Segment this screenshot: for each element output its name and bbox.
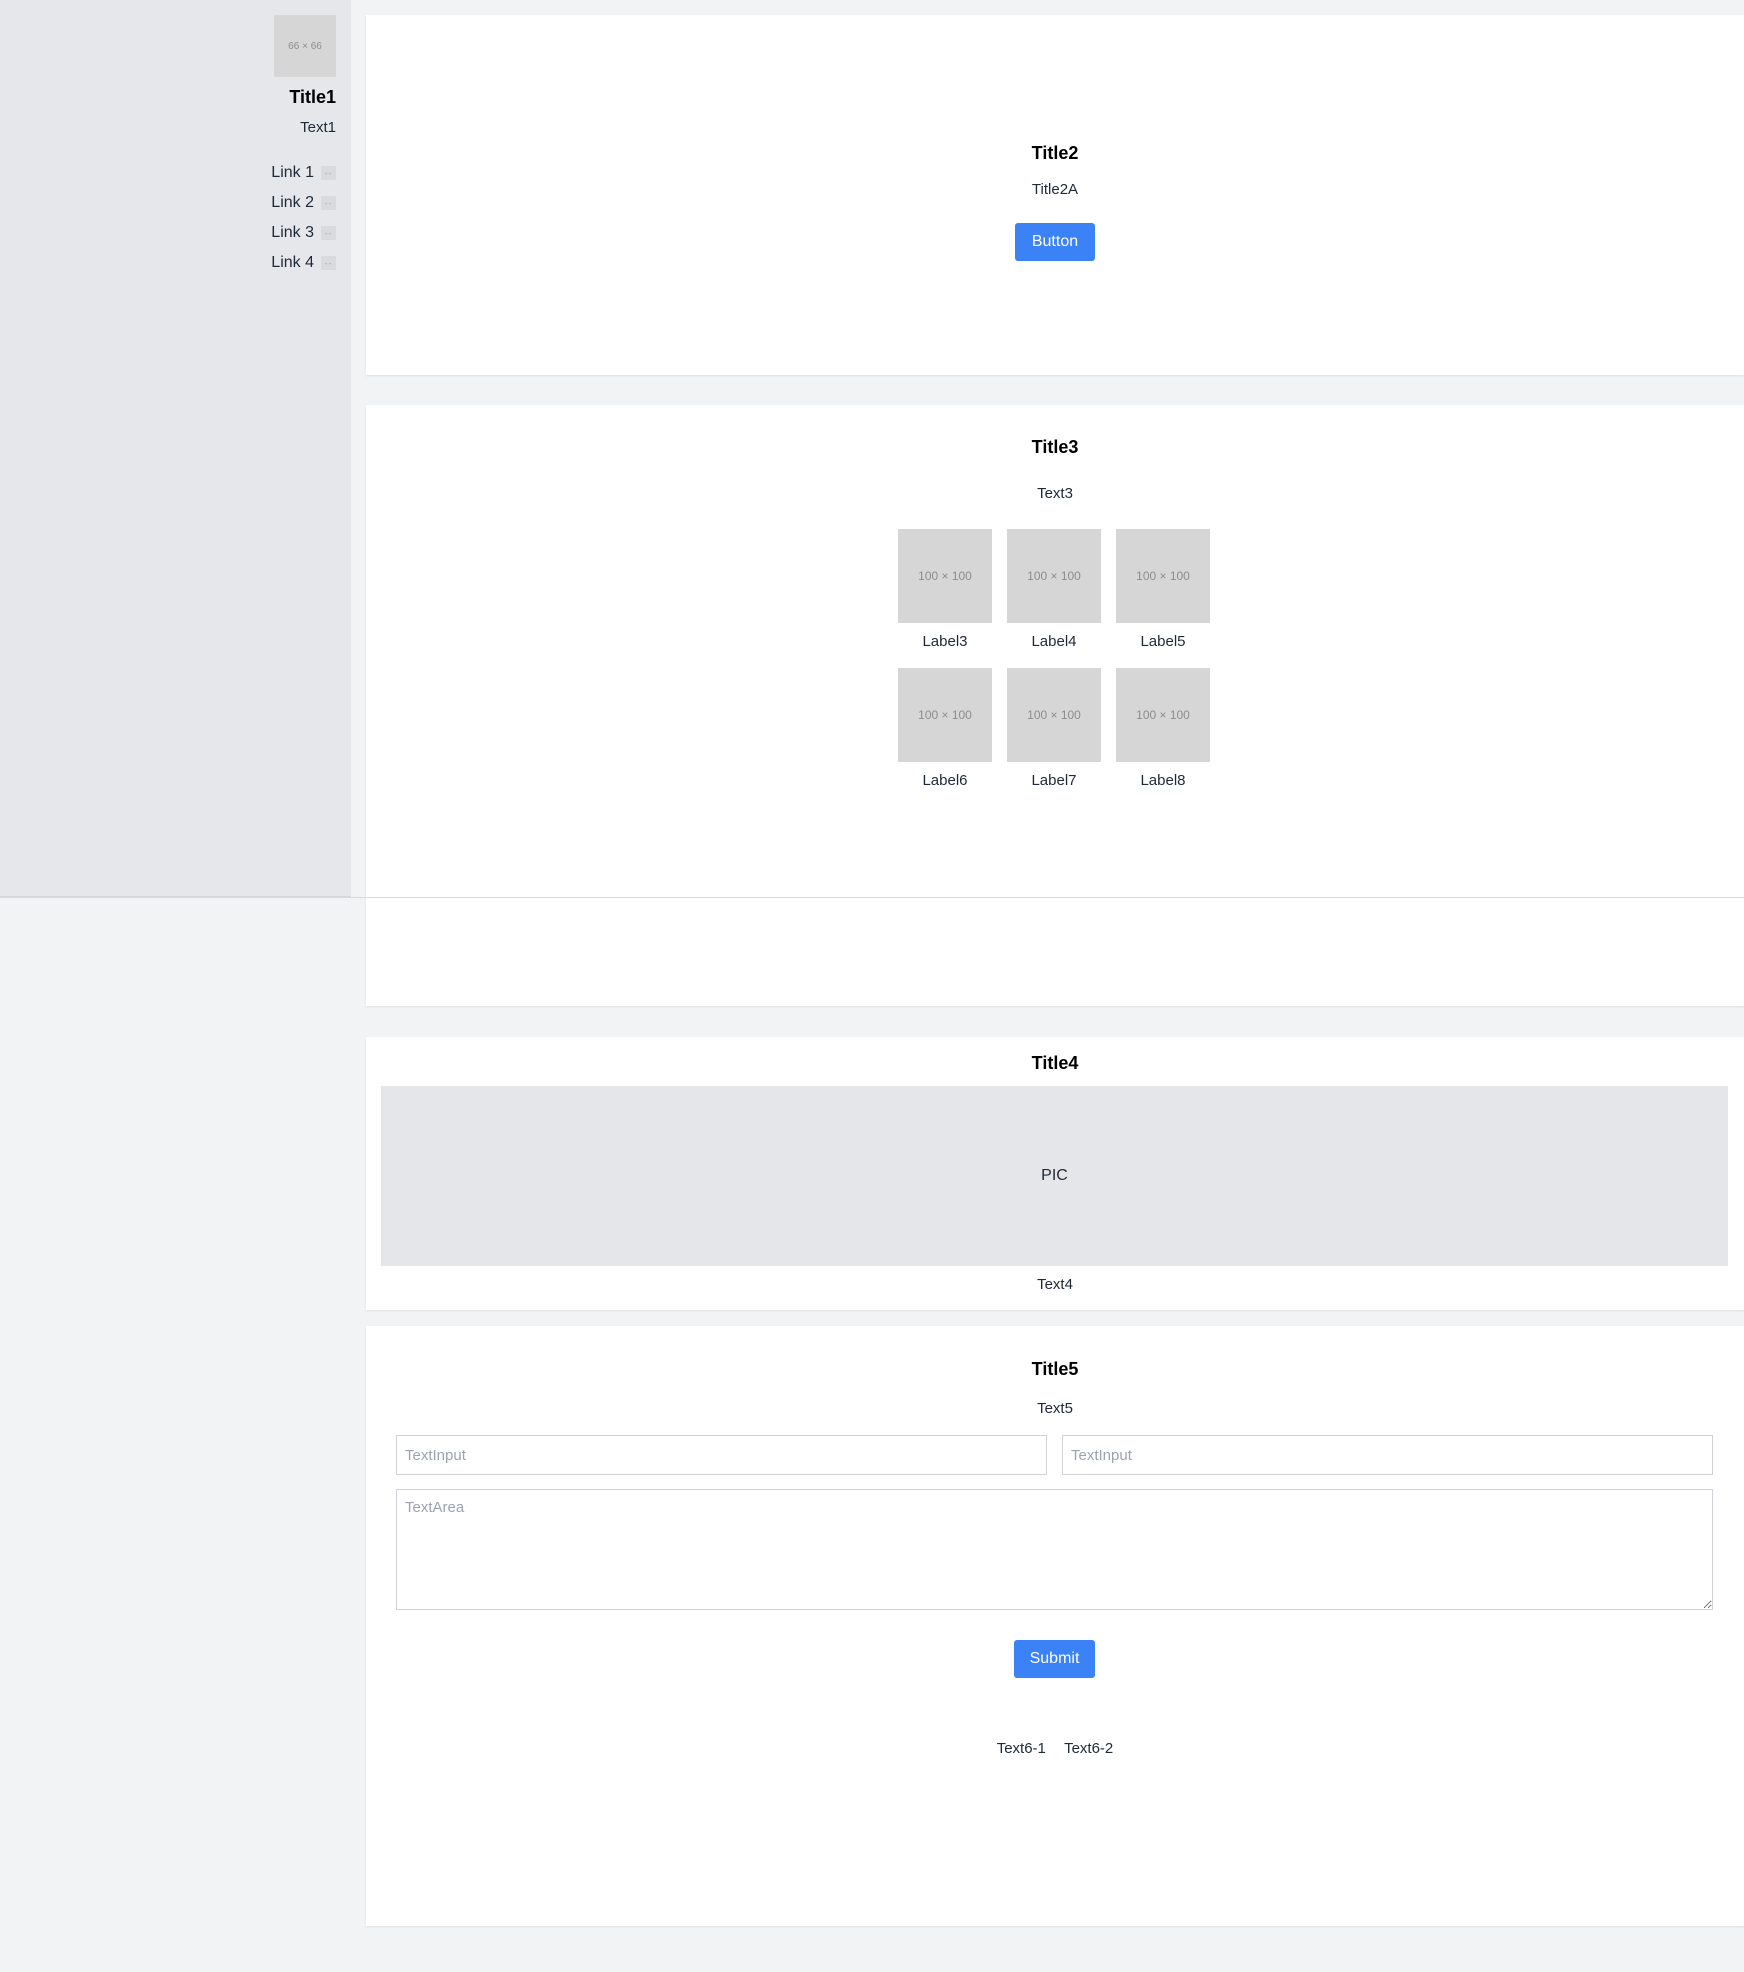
text-area[interactable] <box>396 1489 1713 1610</box>
gallery-grid: 100 × 100 Label3 100 × 100 Label4 100 × … <box>898 529 1210 791</box>
picture-label: PIC <box>1041 1167 1068 1184</box>
sidebar-link-label: Link 3 <box>271 224 314 241</box>
gallery-item: 100 × 100 Label6 <box>898 668 992 791</box>
gallery-item-label: Label7 <box>1031 772 1077 789</box>
sidebar-text: Text1 <box>300 119 336 136</box>
divider-line <box>0 897 1744 898</box>
footer-text-2: Text6-2 <box>1064 1740 1114 1757</box>
form-title: Title5 <box>1031 1359 1079 1379</box>
image-placeholder: 100 × 100 <box>898 668 992 762</box>
picture-placeholder: PIC <box>381 1086 1728 1266</box>
gallery-item: 100 × 100 Label7 <box>1007 668 1101 791</box>
gallery-item-label: Label5 <box>1140 633 1186 650</box>
gallery-item-label: Label3 <box>922 633 968 650</box>
sidebar-content: 66 × 66 Title1 Text1 Link 1 -- Link 2 --… <box>271 15 336 278</box>
image-placeholder: 100 × 100 <box>1116 529 1210 623</box>
sidebar-link-badge: -- <box>321 166 336 180</box>
gallery-item-label: Label6 <box>922 772 968 789</box>
sidebar-link-badge: -- <box>321 196 336 210</box>
sidebar-link-1[interactable]: Link 1 -- <box>271 158 336 188</box>
gallery-item-label: Label4 <box>1031 633 1077 650</box>
gallery-item: 100 × 100 Label4 <box>1007 529 1101 652</box>
gallery-card: Title3 Text3 100 × 100 Label3 100 × 100 … <box>366 405 1744 1006</box>
sidebar-nav: Link 1 -- Link 2 -- Link 3 -- Link 4 -- <box>271 158 336 278</box>
sidebar-link-2[interactable]: Link 2 -- <box>271 188 336 218</box>
gallery-item: 100 × 100 Label5 <box>1116 529 1210 652</box>
hero-button[interactable]: Button <box>1015 223 1095 261</box>
sidebar-link-label: Link 2 <box>271 194 314 211</box>
submit-button[interactable]: Submit <box>1014 1640 1095 1678</box>
sidebar: 66 × 66 Title1 Text1 Link 1 -- Link 2 --… <box>0 0 351 897</box>
picture-title: Title4 <box>1031 1053 1079 1073</box>
avatar: 66 × 66 <box>274 15 336 77</box>
image-placeholder: 100 × 100 <box>1007 529 1101 623</box>
sidebar-link-label: Link 1 <box>271 164 314 181</box>
sidebar-link-badge: -- <box>321 256 336 270</box>
image-placeholder: 100 × 100 <box>1116 668 1210 762</box>
form-card: Title5 Text5 Submit Text6-1 Text6-2 <box>366 1326 1744 1926</box>
sidebar-link-4[interactable]: Link 4 -- <box>271 248 336 278</box>
footer-texts: Text6-1 Text6-2 <box>366 1740 1744 1757</box>
hero-card: Title2 Title2A Button <box>366 15 1744 375</box>
gallery-item: 100 × 100 Label3 <box>898 529 992 652</box>
sidebar-title: Title1 <box>289 87 336 107</box>
sidebar-link-3[interactable]: Link 3 -- <box>271 218 336 248</box>
hero-subtitle: Title2A <box>1031 181 1079 198</box>
image-placeholder: 100 × 100 <box>1007 668 1101 762</box>
gallery-title: Title3 <box>1031 437 1079 457</box>
gallery-item-label: Label8 <box>1140 772 1186 789</box>
gallery-text: Text3 <box>1037 485 1073 502</box>
text-input-1[interactable] <box>396 1435 1047 1475</box>
picture-caption: Text4 <box>1037 1276 1073 1293</box>
gallery-item: 100 × 100 Label8 <box>1116 668 1210 791</box>
avatar-placeholder-label: 66 × 66 <box>288 40 322 52</box>
picture-card: Title4 PIC Text4 <box>366 1037 1744 1310</box>
hero-title: Title2 <box>1031 143 1079 163</box>
sidebar-link-label: Link 4 <box>271 254 314 271</box>
sidebar-link-badge: -- <box>321 226 336 240</box>
text-input-2[interactable] <box>1062 1435 1713 1475</box>
footer-text-1: Text6-1 <box>996 1740 1046 1757</box>
form-text: Text5 <box>1037 1400 1073 1417</box>
image-placeholder: 100 × 100 <box>898 529 992 623</box>
